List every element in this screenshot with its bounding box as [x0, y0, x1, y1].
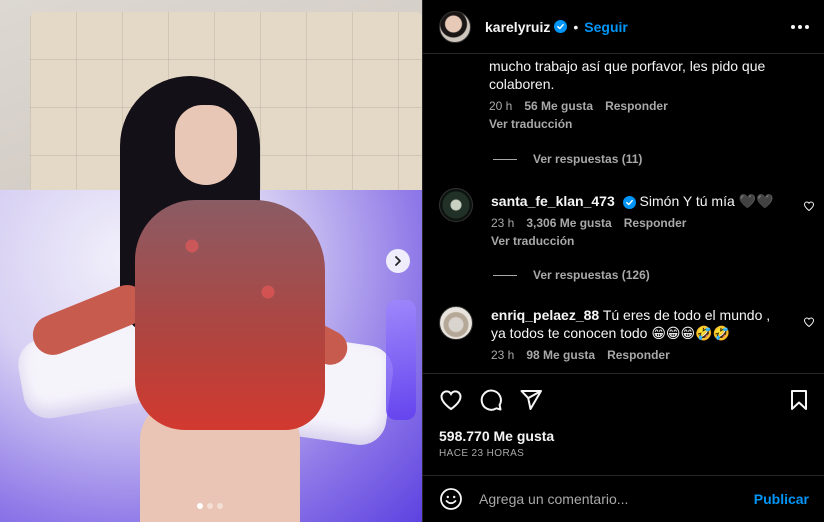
commenter-avatar[interactable]: [439, 188, 473, 222]
comment-meta: 23 h 3,306 Me gusta Responder: [491, 216, 781, 230]
like-comment-heart-icon[interactable]: [803, 200, 815, 212]
translate-link[interactable]: Ver traducción: [491, 234, 781, 248]
comment-likes[interactable]: 3,306 Me gusta: [526, 216, 611, 230]
comment-item: enriq_pelaez_88 Tú eres de todo el mundo…: [439, 306, 819, 362]
bookmark-icon[interactable]: [787, 388, 811, 412]
like-comment-heart-icon[interactable]: [803, 316, 815, 328]
publish-button[interactable]: Publicar: [754, 491, 809, 507]
post-timestamp: HACE 23 HORAS: [439, 448, 525, 459]
follow-button[interactable]: Seguir: [584, 19, 628, 35]
post-header: karelyruiz • Seguir: [423, 0, 824, 54]
translate-link[interactable]: Ver traducción: [489, 117, 789, 131]
chevron-right-icon: [395, 256, 401, 266]
carousel-dot: [207, 503, 213, 509]
view-replies-button[interactable]: Ver respuestas (11): [493, 152, 642, 166]
comment-time: 20 h: [489, 99, 513, 113]
comment-text: mucho trabajo así que porfavor, les pido…: [489, 58, 766, 92]
author-username[interactable]: karelyruiz: [485, 19, 550, 35]
instagram-post-view: karelyruiz • Seguir mucho trabajo así qu…: [0, 0, 824, 522]
view-replies-label: Ver respuestas (11): [533, 152, 643, 166]
post-actions-bar: [423, 373, 824, 425]
comment-text: Simón Y tú mía 🖤🖤: [639, 193, 774, 209]
comment-icon[interactable]: [479, 388, 503, 412]
comments-list[interactable]: mucho trabajo así que porfavor, les pido…: [423, 55, 824, 373]
reply-button[interactable]: Responder: [624, 216, 687, 230]
comment-item: mucho trabajo así que porfavor, les pido…: [489, 57, 809, 131]
carousel-dot-active: [197, 503, 203, 509]
reply-button[interactable]: Responder: [605, 99, 668, 113]
more-options-icon[interactable]: [791, 24, 809, 29]
heart-icon[interactable]: [439, 388, 463, 412]
comment-likes[interactable]: 98 Me gusta: [526, 348, 595, 362]
comment-meta: 20 h 56 Me gusta Responder: [489, 99, 789, 113]
post-side-panel: karelyruiz • Seguir mucho trabajo así qu…: [422, 0, 824, 522]
photo-lamp: [386, 300, 416, 420]
comment-meta: 23 h 98 Me gusta Responder: [491, 348, 781, 362]
commenter-username[interactable]: enriq_pelaez_88: [491, 307, 599, 323]
share-icon[interactable]: [519, 388, 543, 412]
likes-count[interactable]: 598.770 Me gusta: [439, 428, 554, 444]
author-avatar[interactable]: [439, 10, 471, 43]
carousel-next-button[interactable]: [386, 249, 410, 273]
comment-likes[interactable]: 56 Me gusta: [524, 99, 593, 113]
comment-input[interactable]: [479, 491, 739, 507]
verified-badge-icon: [622, 196, 636, 209]
emoji-icon[interactable]: [439, 487, 463, 511]
replies-divider: [493, 158, 517, 160]
reply-button[interactable]: Responder: [607, 348, 670, 362]
comment-body: santa_fe_klan_473 Simón Y tú mía 🖤🖤 23 h…: [491, 188, 781, 248]
carousel-dot: [217, 503, 223, 509]
comment-time: 23 h: [491, 348, 515, 362]
photo-subject-face: [175, 105, 237, 185]
carousel-indicator: [197, 503, 223, 509]
comment-time: 23 h: [491, 216, 515, 230]
comment-body: enriq_pelaez_88 Tú eres de todo el mundo…: [491, 306, 781, 362]
commenter-username[interactable]: santa_fe_klan_473: [491, 193, 615, 209]
view-replies-button[interactable]: Ver respuestas (126): [493, 268, 650, 282]
commenter-avatar[interactable]: [439, 306, 473, 340]
post-image[interactable]: [0, 0, 422, 522]
replies-divider: [493, 274, 517, 276]
view-replies-label: Ver respuestas (126): [533, 268, 650, 282]
verified-badge-icon: [554, 20, 568, 33]
comment-item: santa_fe_klan_473 Simón Y tú mía 🖤🖤 23 h…: [439, 188, 819, 248]
photo-subject-dress: [135, 200, 325, 430]
comment-composer: Publicar: [423, 475, 824, 522]
header-separator: •: [573, 18, 579, 35]
